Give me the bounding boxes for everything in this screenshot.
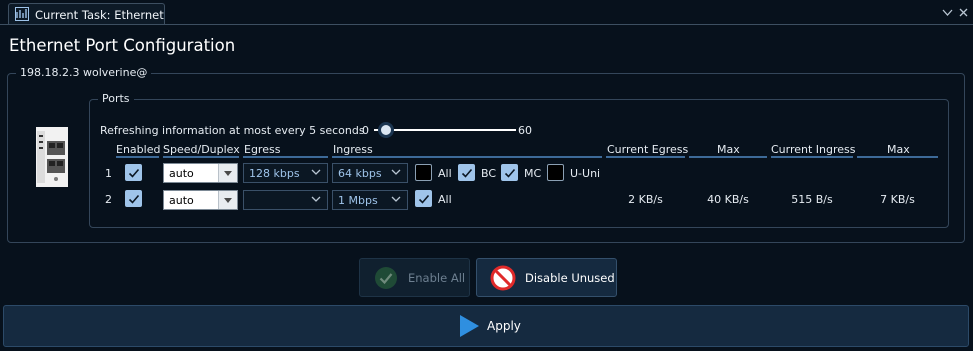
enable-all-label: Enable All — [408, 270, 466, 285]
speed-duplex-select[interactable]: auto — [163, 163, 238, 183]
disable-unused-label: Disable Unused — [525, 270, 615, 285]
speed-duplex-select[interactable]: auto — [163, 190, 238, 210]
max-ingress-value: 7 KB/s — [880, 193, 915, 206]
device-group-label: 198.18.2.3 wolverine@ — [16, 66, 152, 79]
speed-duplex-value: auto — [169, 167, 194, 180]
enable-all-button[interactable]: Enable All — [359, 258, 470, 297]
ingress-mc-checkbox[interactable] — [501, 164, 518, 181]
disable-unused-button[interactable]: Disable Unused — [476, 258, 617, 297]
speed-duplex-value: auto — [169, 194, 194, 207]
header-egress: Egress — [244, 143, 281, 156]
task-icon — [15, 7, 29, 21]
port-number: 1 — [105, 167, 112, 180]
close-icon[interactable] — [959, 6, 968, 20]
egress-select[interactable]: 128 kbps — [243, 163, 328, 183]
dropdown-arrow-icon — [218, 164, 237, 182]
dropdown-arrow-icon — [218, 191, 237, 209]
chevron-down-icon — [391, 193, 401, 206]
header-current-egress: Current Egress — [607, 143, 689, 156]
ingress-all-label: All — [438, 167, 452, 180]
egress-value: 128 kbps — [249, 167, 300, 180]
ingress-uuni-label: U-Uni — [570, 167, 601, 180]
enabled-checkbox[interactable] — [125, 190, 142, 207]
slider-min-label: 0 — [362, 124, 369, 137]
header-divider — [606, 156, 685, 158]
header-divider — [116, 156, 159, 158]
header-divider — [243, 156, 328, 158]
header-max-ingress: Max — [887, 143, 910, 156]
header-divider — [689, 156, 767, 158]
port-number: 2 — [105, 193, 112, 206]
chevron-down-icon — [311, 193, 321, 206]
apply-label: Apply — [487, 319, 521, 333]
header-speed: Speed/Duplex — [163, 143, 240, 156]
chevron-down-icon[interactable] — [942, 6, 953, 20]
ingress-value: 1 Mbps — [338, 194, 378, 207]
ingress-uuni-checkbox[interactable] — [547, 164, 564, 181]
refresh-slider[interactable] — [374, 129, 516, 131]
ingress-bc-checkbox[interactable] — [458, 164, 475, 181]
enabled-checkbox[interactable] — [125, 164, 142, 181]
header-divider — [857, 156, 938, 158]
refresh-slider-thumb[interactable] — [377, 122, 394, 138]
slider-max-label: 60 — [518, 124, 532, 137]
chevron-down-icon — [391, 166, 401, 179]
ingress-bc-label: BC — [481, 167, 497, 180]
apply-button[interactable]: Apply — [3, 305, 969, 347]
play-icon — [458, 314, 480, 338]
device-image — [36, 127, 68, 187]
header-max-egress: Max — [717, 143, 740, 156]
ingress-mc-label: MC — [524, 167, 542, 180]
ingress-select[interactable]: 1 Mbps — [332, 190, 408, 210]
max-egress-value: 40 KB/s — [707, 193, 749, 206]
tab-current-task[interactable]: Current Task: Ethernet — [8, 3, 165, 24]
page-title: Ethernet Port Configuration — [9, 36, 236, 55]
prohibited-icon — [490, 265, 516, 291]
ingress-all-checkbox[interactable] — [415, 164, 432, 181]
header-current-ingress: Current Ingress — [771, 143, 856, 156]
ingress-all-checkbox[interactable] — [415, 190, 432, 207]
ports-group-label: Ports — [98, 92, 134, 105]
header-divider — [771, 156, 853, 158]
egress-select[interactable] — [243, 190, 328, 210]
header-divider — [332, 156, 602, 158]
header-enabled: Enabled — [116, 143, 161, 156]
refresh-text: Refreshing information at most every 5 s… — [100, 124, 365, 137]
header-divider — [163, 156, 239, 158]
current-egress-value: 2 KB/s — [628, 193, 663, 206]
ingress-value: 64 kbps — [338, 167, 382, 180]
header-ingress: Ingress — [333, 143, 373, 156]
ingress-all-label: All — [438, 193, 452, 206]
current-ingress-value: 515 B/s — [791, 193, 833, 206]
chevron-down-icon — [311, 166, 321, 179]
tab-title: Current Task: Ethernet — [35, 8, 164, 22]
ingress-select[interactable]: 64 kbps — [332, 163, 408, 183]
check-circle-icon — [374, 266, 398, 290]
